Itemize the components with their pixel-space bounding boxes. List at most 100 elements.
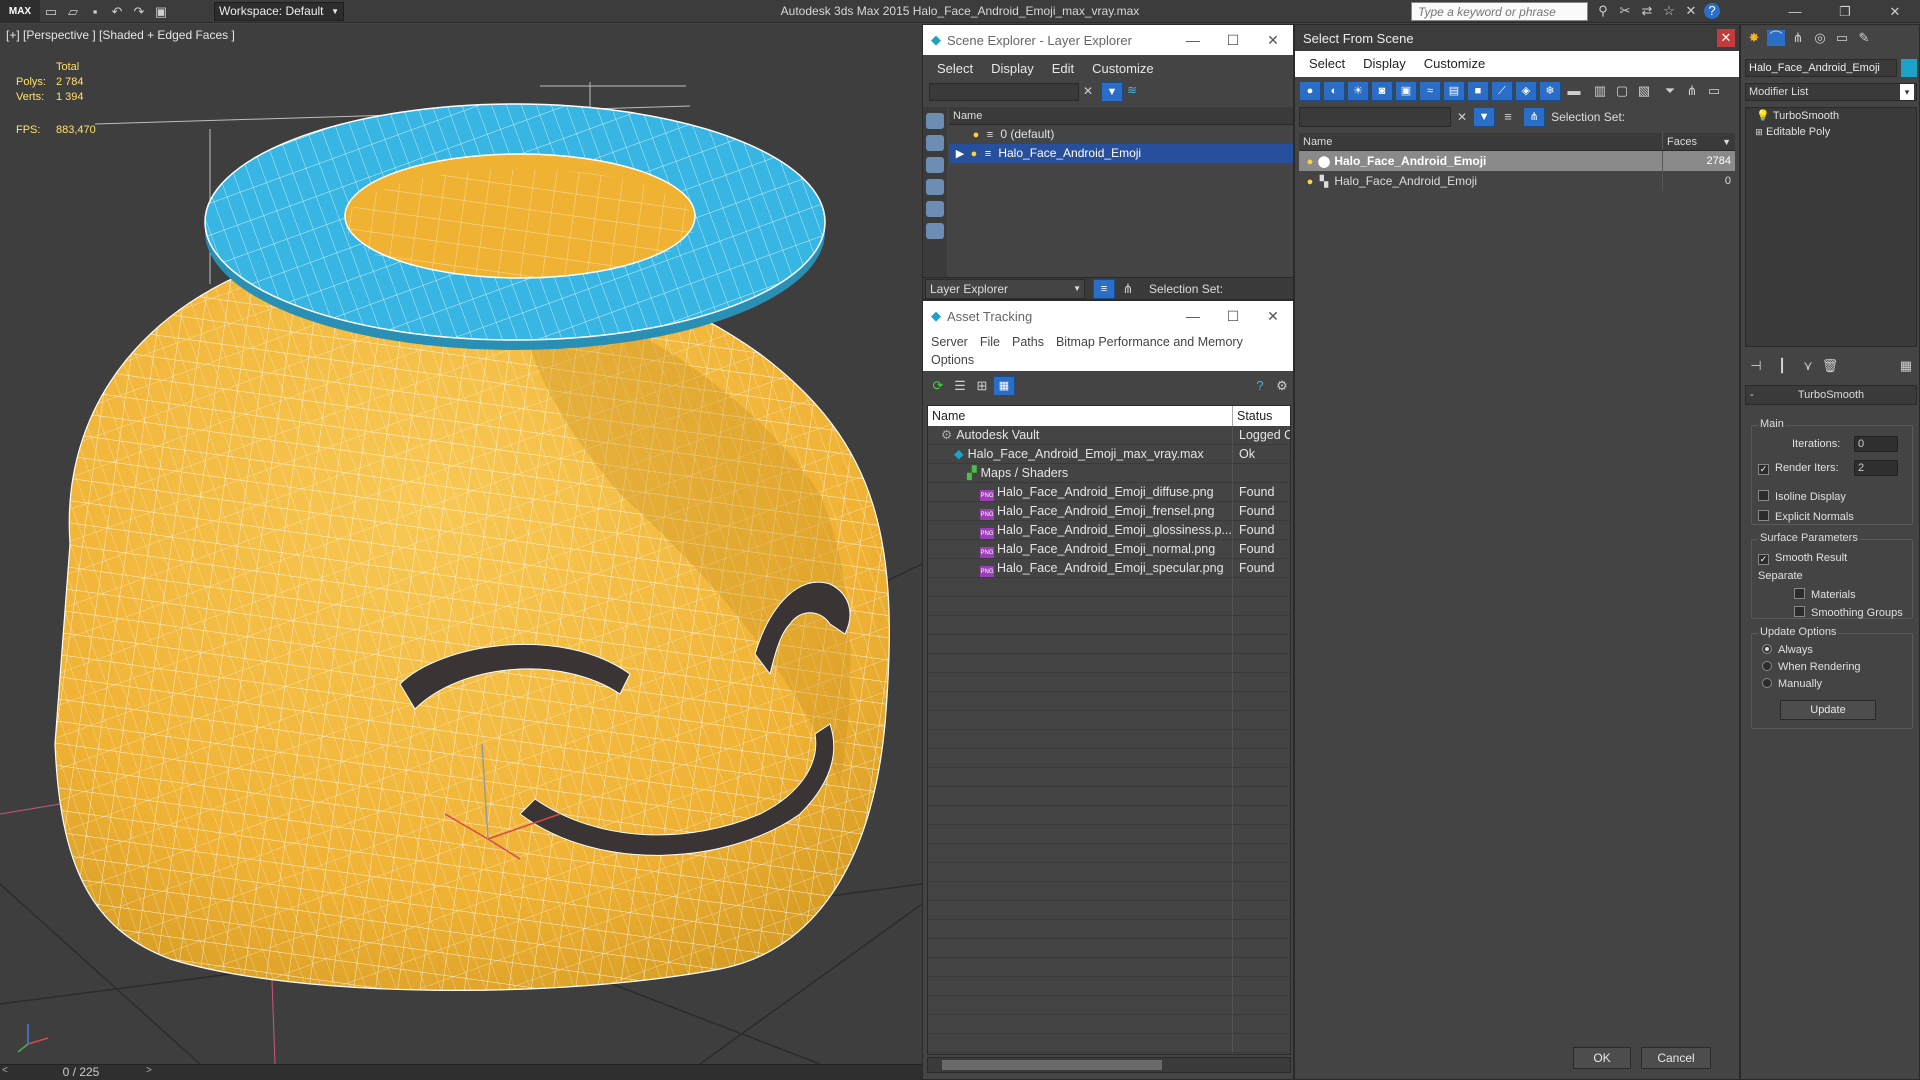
checkbox-icon[interactable]	[1794, 588, 1805, 599]
undo-icon[interactable]: ↶	[108, 4, 126, 20]
col-status-header[interactable]: Status	[1233, 406, 1290, 426]
display-layers-icon[interactable]	[926, 223, 944, 239]
bulb-icon[interactable]: ●	[1303, 152, 1317, 172]
render-iters-spinner[interactable]: 2	[1854, 460, 1898, 476]
explicit-normals-row[interactable]: Explicit Normals	[1758, 510, 1854, 523]
menu-file[interactable]: File	[980, 333, 1000, 351]
horizontal-scrollbar[interactable]	[927, 1057, 1291, 1073]
ok-button[interactable]: OK	[1573, 1047, 1631, 1069]
menu-paths[interactable]: Paths	[1012, 333, 1044, 351]
asset-row[interactable]: PNG Halo_Face_Android_Emoji_frensel.png Fo…	[928, 502, 1290, 521]
prev-frame-icon[interactable]: <	[2, 1065, 8, 1076]
project-folder-icon[interactable]: ▣	[152, 4, 170, 20]
close-icon[interactable]: ✕	[1253, 32, 1293, 49]
close-icon[interactable]: ✕	[1253, 308, 1293, 325]
iterations-spinner[interactable]: 0	[1854, 436, 1898, 452]
stack-item-editable-poly[interactable]: ⊞ Editable Poly	[1746, 124, 1916, 140]
asset-row[interactable]: PNG Halo_Face_Android_Emoji_diffuse.png Fo…	[928, 483, 1290, 502]
select-none-icon[interactable]: ▢	[1613, 83, 1631, 99]
workspace-dropdown[interactable]: Workspace: Default ▼	[214, 2, 344, 21]
asset-row[interactable]: PNG Halo_Face_Android_Emoji_glossiness.p.…	[928, 521, 1290, 540]
menu-display[interactable]: Display	[1363, 51, 1406, 77]
table-view-icon[interactable]: ▦	[993, 376, 1015, 396]
radio-selected-icon[interactable]	[1762, 644, 1772, 654]
col-faces-header[interactable]: Faces ▼	[1663, 133, 1735, 150]
perspective-viewport[interactable]: [+] [Perspective ] [Shaded + Edged Faces…	[0, 24, 922, 1064]
filter-xrefs-icon[interactable]: ■	[1467, 81, 1489, 101]
display-shapes-icon[interactable]	[926, 201, 944, 217]
render-iters-row[interactable]: ✓ Render Iters:	[1758, 462, 1839, 475]
utilities-tab-icon[interactable]: ✎	[1855, 30, 1873, 46]
minimize-icon[interactable]: —	[1173, 32, 1213, 49]
menu-select[interactable]: Select	[1309, 51, 1345, 77]
hierarchy-icon[interactable]: ⋔	[1683, 83, 1701, 99]
object-color-swatch[interactable]	[1901, 59, 1917, 77]
expand-arrow-icon[interactable]: ▶	[953, 145, 967, 164]
binoculars-icon[interactable]: ⚲	[1594, 3, 1612, 19]
redo-icon[interactable]: ↷	[130, 4, 148, 20]
cancel-button[interactable]: Cancel	[1641, 1047, 1711, 1069]
asset-row[interactable]: ⚙ Autodesk Vault Logged O	[928, 426, 1290, 445]
scene-row[interactable]: ● ▚ Halo_Face_Android_Emoji 0	[1299, 171, 1735, 191]
asset-row[interactable]: ◆ Halo_Face_Android_Emoji_max_vray.max Ok	[928, 445, 1290, 464]
update-button[interactable]: Update	[1780, 700, 1876, 720]
display-all-icon[interactable]	[926, 135, 944, 151]
checkbox-checked-icon[interactable]: ✓	[1758, 464, 1769, 475]
list-icon[interactable]: ☰	[951, 378, 969, 394]
menu-edit[interactable]: Edit	[1052, 61, 1074, 76]
bulb-icon[interactable]: ●	[1303, 172, 1317, 192]
close-icon[interactable]: ✕	[1872, 4, 1918, 20]
tree-view-icon[interactable]: ⊞	[973, 378, 991, 394]
filter-frozen-icon[interactable]: ❄	[1539, 81, 1561, 101]
refresh-icon[interactable]: ⟳	[929, 378, 947, 394]
minimize-icon[interactable]: —	[1173, 308, 1213, 325]
collapse-icon[interactable]: ▭	[1705, 83, 1723, 99]
minimize-icon[interactable]: —	[1772, 4, 1818, 20]
menu-server[interactable]: Server	[931, 333, 968, 351]
sort-arrow-icon[interactable]: ▼	[1722, 133, 1731, 151]
asset-row[interactable]: PNG Halo_Face_Android_Emoji_normal.png Fou…	[928, 540, 1290, 559]
turbosmooth-rollout-header[interactable]: - TurboSmooth	[1745, 385, 1917, 405]
tools-icon[interactable]: ✂	[1616, 3, 1634, 19]
always-radio[interactable]: Always	[1762, 644, 1813, 656]
layer-search-field[interactable]	[929, 83, 1079, 101]
next-frame-icon[interactable]: >	[146, 1065, 152, 1076]
select-all-icon[interactable]: ▥	[1591, 83, 1609, 99]
help-icon[interactable]: ?	[1704, 3, 1720, 19]
smoothing-groups-row[interactable]: Smoothing Groups	[1794, 606, 1903, 619]
display-none-icon[interactable]	[926, 113, 944, 129]
bulb-icon[interactable]: ●	[969, 126, 983, 145]
help-icon[interactable]: ?	[1251, 378, 1269, 394]
expand-icon[interactable]: ⊞	[1752, 124, 1766, 140]
filter-bones-icon[interactable]: ⟋	[1491, 81, 1513, 101]
filter-icon[interactable]: ▼	[1473, 107, 1496, 127]
layers-mode-icon[interactable]: ≡	[1093, 278, 1115, 299]
collapse-icon[interactable]: -	[1750, 386, 1754, 404]
layers-icon[interactable]: ≡	[1499, 109, 1517, 125]
asset-row[interactable]: PNG Halo_Face_Android_Emoji_specular.png F…	[928, 559, 1290, 578]
maximize-icon[interactable]: ❐	[1822, 4, 1868, 20]
select-invert-icon[interactable]: ▧	[1635, 83, 1653, 99]
hierarchy-icon[interactable]: ⋔	[1119, 281, 1137, 297]
configure-sets-icon[interactable]: ▦	[1897, 358, 1915, 374]
filter-icon[interactable]: ▼	[1101, 82, 1123, 102]
display-tab-icon[interactable]: ▭	[1833, 30, 1851, 46]
checkbox-icon[interactable]	[1758, 510, 1769, 521]
display-invert-icon[interactable]	[926, 157, 944, 173]
close-icon[interactable]: ✕	[1717, 29, 1735, 47]
maximize-icon[interactable]: ☐	[1213, 32, 1253, 49]
layer-name-header[interactable]: Name	[949, 107, 1293, 125]
layer-tools-icon[interactable]: ≋	[1127, 83, 1137, 97]
show-end-result-icon[interactable]: ┃	[1773, 358, 1791, 374]
menu-display[interactable]: Display	[991, 61, 1034, 76]
funnel-icon[interactable]: ⏷	[1661, 83, 1679, 99]
filter-containers-icon[interactable]: ◈	[1515, 81, 1537, 101]
explorer-type-dropdown[interactable]: Layer Explorer ▼	[925, 278, 1085, 299]
stack-item-turbosmooth[interactable]: 💡 TurboSmooth	[1746, 108, 1916, 124]
create-tab-icon[interactable]: ✸	[1745, 30, 1763, 46]
menu-bitmap[interactable]: Bitmap Performance and Memory	[1056, 333, 1243, 351]
time-slider[interactable]: < 0 / 225 >	[0, 1064, 922, 1080]
radio-icon[interactable]	[1762, 661, 1772, 671]
filter-hidden-icon[interactable]: ▬	[1565, 83, 1583, 99]
checkbox-checked-icon[interactable]: ✓	[1758, 554, 1769, 565]
